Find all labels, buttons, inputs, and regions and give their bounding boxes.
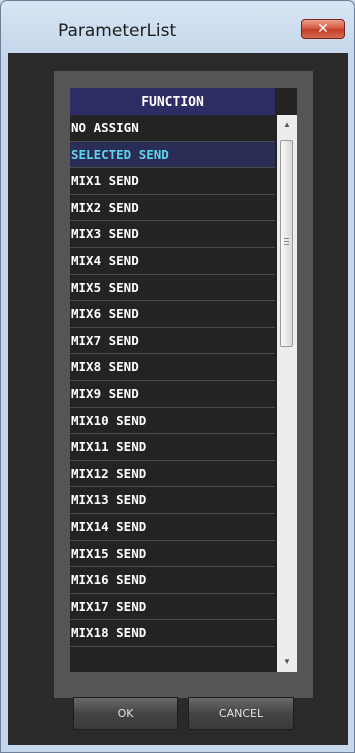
- list-header-function: FUNCTION: [70, 88, 275, 115]
- parameter-list-window: ParameterList ✕ FUNCTION NO ASSIGN SELECT…: [0, 0, 355, 753]
- list-item[interactable]: MIX16 SEND: [70, 567, 275, 594]
- scroll-up-arrow-icon[interactable]: ▲: [277, 117, 297, 133]
- list-item[interactable]: MIX7 SEND: [70, 328, 275, 355]
- list-item[interactable]: MIX14 SEND: [70, 514, 275, 541]
- list-item[interactable]: MIX1 SEND: [70, 168, 275, 195]
- list-item[interactable]: MIX2 SEND: [70, 195, 275, 222]
- list-item[interactable]: MIX4 SEND: [70, 248, 275, 275]
- scrollbar-thumb[interactable]: [280, 140, 293, 347]
- list-item[interactable]: MIX9 SEND: [70, 381, 275, 408]
- close-icon: ✕: [317, 21, 329, 37]
- list-item[interactable]: MIX15 SEND: [70, 541, 275, 568]
- window-title: ParameterList: [58, 21, 177, 41]
- list-item[interactable]: MIX11 SEND: [70, 434, 275, 461]
- list-rows: NO ASSIGN SELECTED SEND MIX1 SEND MIX2 SEND…: [70, 115, 275, 647]
- list-item[interactable]: SELECTED SEND: [70, 141, 275, 169]
- list-item[interactable]: MIX3 SEND: [70, 221, 275, 248]
- vertical-scrollbar[interactable]: ▲ ▼: [277, 115, 297, 672]
- grip-line: [284, 241, 289, 242]
- list-item[interactable]: MIX17 SEND: [70, 594, 275, 621]
- ok-button[interactable]: OK: [73, 697, 178, 730]
- function-list: FUNCTION NO ASSIGN SELECTED SEND MIX1 SEND…: [70, 88, 297, 672]
- grip-line: [284, 244, 289, 245]
- list-item[interactable]: MIX13 SEND: [70, 487, 275, 514]
- list-item[interactable]: MIX12 SEND: [70, 461, 275, 488]
- scroll-down-arrow-icon[interactable]: ▼: [277, 654, 297, 670]
- grip-line: [284, 238, 289, 239]
- list-item[interactable]: NO ASSIGN: [70, 115, 275, 142]
- cancel-button[interactable]: CANCEL: [188, 697, 294, 730]
- list-item[interactable]: MIX6 SEND: [70, 301, 275, 328]
- close-button[interactable]: ✕: [301, 19, 345, 39]
- list-item[interactable]: MIX10 SEND: [70, 408, 275, 435]
- list-item[interactable]: MIX18 SEND: [70, 620, 275, 647]
- list-item[interactable]: MIX8 SEND: [70, 354, 275, 381]
- list-item[interactable]: MIX5 SEND: [70, 275, 275, 302]
